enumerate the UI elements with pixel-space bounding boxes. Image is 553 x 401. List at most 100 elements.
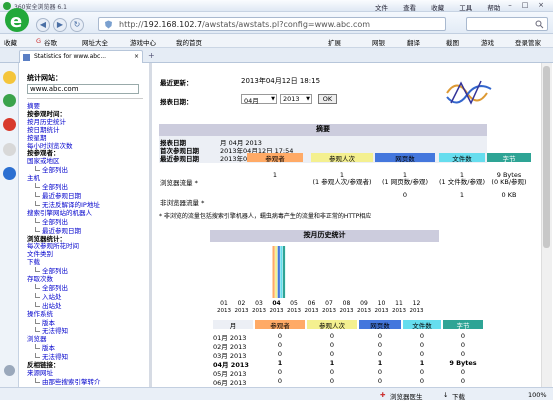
address-url: http://192.168.102.7/awstats/awstats.pl?… (119, 20, 370, 29)
history-value-cell: 0 (255, 377, 305, 385)
favorites-star-icon[interactable] (3, 71, 16, 84)
ext-login-manager[interactable]: 登录管家 (515, 37, 541, 47)
chart-month-label: 09 (360, 300, 368, 307)
history-value-cell: 0 (443, 377, 483, 385)
minimize-button[interactable]: – (504, 1, 516, 10)
summary-cell: 1 (247, 172, 303, 179)
history-col-header: 参观者 (255, 320, 305, 329)
nav-link[interactable]: 浏览器 (27, 336, 101, 344)
history-value-cell: 0 (255, 350, 305, 358)
nav-link[interactable]: 由那些搜索引擎转介 (27, 378, 101, 387)
ext-screenshot[interactable]: 截图 (446, 37, 459, 47)
chart-month-label: 04 (272, 300, 280, 307)
nav-link[interactable]: 入站处 (27, 293, 101, 302)
nav-link[interactable]: 全部列出 (27, 218, 101, 227)
chart-month-label: 12 (413, 300, 421, 307)
history-value-cell: 0 (443, 341, 483, 349)
favorites-bar: 收藏 G 谷歌 网址大全 游戏中心 我的首页 扩展 网银 翻译 截图 游戏 登录… (0, 34, 553, 48)
fav-daquan[interactable]: 网址大全 (82, 37, 108, 47)
menu-favorites[interactable]: 收藏 (431, 4, 444, 12)
summary-cell: 1 (439, 192, 485, 199)
browser-sidebar (0, 63, 19, 387)
summary-dates: 报表日期 月 04月 2013 首次参观日期 2013年04月12日 17:54… (159, 136, 487, 163)
zoom-level[interactable]: 100% (528, 391, 547, 399)
refresh-icon[interactable]: ↻ (70, 18, 84, 32)
navigation-bar: e ◀ ▶ ↻ http://192.168.102.7/awstats/aws… (0, 12, 553, 34)
tab-awstats[interactable]: Statistics for www.abc... × (19, 50, 143, 63)
nav-link[interactable]: 来源网址 (27, 370, 101, 378)
last-update-value: 2013年04月12日 18:15 (241, 76, 320, 86)
awstats-main-frame: 最近更新： 2013年04月12日 18:15 报表日期： 04月▼ 2013▼… (155, 63, 540, 387)
summary-col-header: 字节 (487, 153, 531, 162)
nav-link[interactable]: 操作系统 (27, 311, 101, 319)
fav-google[interactable]: 谷歌 (44, 37, 57, 47)
stats-site-label: 统计网站： (27, 73, 149, 83)
search-icon[interactable] (535, 20, 544, 29)
chart-year-label: 2013 (392, 308, 406, 314)
close-button[interactable]: × (535, 1, 547, 10)
chart-year-label: 2013 (322, 308, 336, 314)
history-value-cell: 0 (443, 350, 483, 358)
chart-bar (278, 246, 280, 298)
awstats-menu-frame: 统计网站： www.abc.com 摘要按参观时间：按月历史统计按日期统计按星期… (24, 63, 152, 387)
fav-my-home[interactable]: 我的首页 (176, 37, 202, 47)
last-update-label: 最近更新： (160, 77, 193, 87)
fav-game-center[interactable]: 游戏中心 (130, 37, 156, 47)
summary-col-header: 文件数 (439, 153, 485, 162)
nav-link[interactable]: 搜索引擎网站的机器人 (27, 210, 101, 218)
divider (27, 98, 143, 99)
settings-icon[interactable] (4, 365, 15, 376)
chart-month-label: 06 (308, 300, 316, 307)
menu-file[interactable]: 文件 (375, 4, 388, 12)
nav-link[interactable]: 存取次数 (27, 276, 101, 284)
history-value-cell: 0 (359, 341, 401, 349)
summary-cell: 0 (375, 192, 435, 199)
scrollbar-thumb[interactable] (543, 66, 550, 248)
history-value-cell: 1 (403, 359, 441, 367)
chart-year-label: 2013 (235, 308, 249, 314)
history-value-cell: 0 (403, 350, 441, 358)
chart-month-label: 01 (220, 300, 228, 307)
nav-link[interactable]: 主机 (27, 175, 101, 183)
history-value-cell: 0 (307, 350, 357, 358)
menu-view[interactable]: 查看 (403, 4, 416, 12)
nav-link[interactable]: 下载 (27, 259, 101, 267)
menu-help[interactable]: 帮助 (487, 4, 500, 12)
chart-month-label: 07 (325, 300, 333, 307)
maximize-button[interactable]: □ (519, 1, 531, 10)
history-value-cell: 0 (359, 350, 401, 358)
history-value-cell: 0 (403, 332, 441, 340)
history-value-cell: 0 (255, 341, 305, 349)
ext-game[interactable]: 游戏 (481, 37, 494, 47)
chat-icon[interactable] (3, 94, 16, 107)
ok-button[interactable]: OK (318, 94, 337, 104)
nav-link[interactable]: 版本 (27, 344, 101, 353)
history-value-cell: 0 (307, 377, 357, 385)
ext-extend[interactable]: 扩展 (328, 37, 341, 47)
nav-link[interactable]: 全部列出 (27, 183, 101, 192)
ext-translate[interactable]: 翻译 (407, 37, 420, 47)
history-col-header: 字节 (443, 320, 483, 329)
month-select[interactable]: 04月▼ (241, 94, 277, 104)
chevron-down-icon: ▼ (306, 96, 310, 102)
new-tab-button[interactable]: + (148, 51, 155, 60)
search-box[interactable] (466, 17, 548, 31)
download-icon: ↓ (443, 391, 448, 399)
address-bar[interactable]: http://192.168.102.7/awstats/awstats.pl?… (98, 17, 446, 31)
weibo-icon[interactable] (3, 118, 16, 131)
ext-bank[interactable]: 网银 (372, 37, 385, 47)
nav-link[interactable]: 最近参观日期 (27, 192, 101, 201)
menu-tools[interactable]: 工具 (459, 4, 472, 12)
fav-collect[interactable]: 收藏 (4, 37, 17, 47)
app-icon[interactable] (3, 143, 16, 156)
history-col-header: 网页数 (359, 320, 401, 329)
tab-close-icon[interactable]: × (134, 53, 139, 60)
nav-link[interactable]: 全部列出 (27, 284, 101, 293)
monthly-history-title: 按月历史统计 (210, 230, 439, 242)
summary-cell: 1 (1 参观人次/参观者) (311, 172, 373, 186)
summary-row-label: 浏览器流量 * (160, 177, 198, 187)
year-select[interactable]: 2013▼ (280, 94, 312, 104)
forward-icon[interactable]: ▶ (53, 18, 67, 32)
search-app-icon[interactable] (3, 167, 16, 180)
back-icon[interactable]: ◀ (36, 18, 50, 32)
